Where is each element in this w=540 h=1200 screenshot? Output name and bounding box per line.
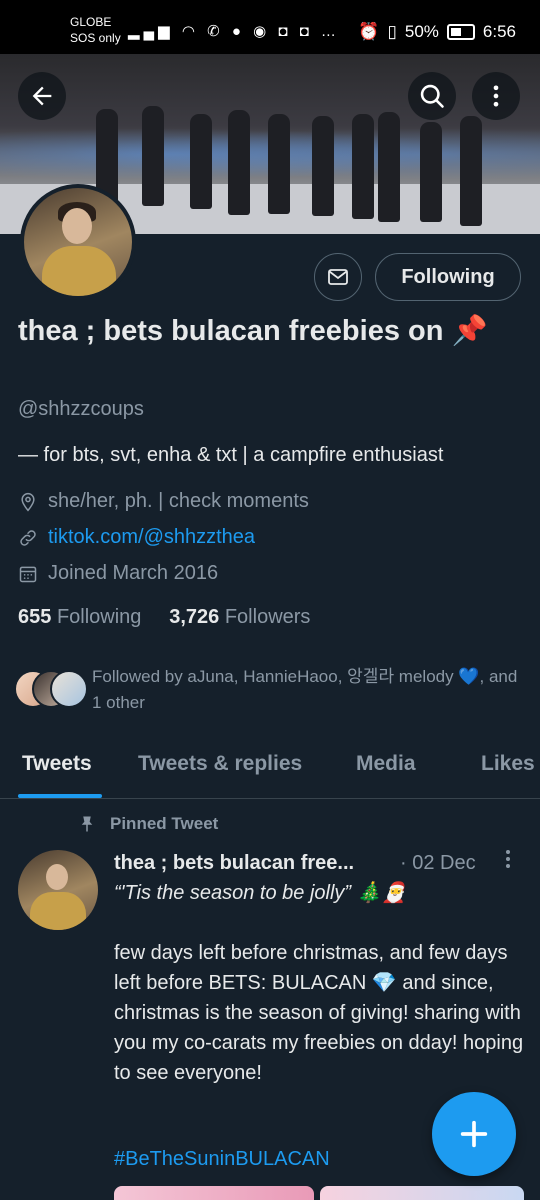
banner-figure (268, 114, 290, 214)
tweet-paragraph: few days left before christmas, and few … (114, 942, 524, 1084)
banner-figure (312, 116, 334, 216)
chat-icon: ● (231, 23, 245, 40)
message-button[interactable] (314, 253, 362, 301)
search-icon (420, 84, 444, 108)
tab-media[interactable]: Media (356, 752, 416, 776)
following-count-link[interactable]: 655 Following (18, 606, 141, 628)
wifi-icon: ◠ (181, 23, 199, 40)
tweet-body[interactable]: “'Tis the season to be jolly” 🎄🎅 few day… (114, 878, 524, 1088)
clock: 6:56 (482, 22, 516, 41)
compose-tweet-button[interactable] (432, 1092, 516, 1176)
joined-row: Joined March 2016 (18, 562, 218, 585)
pin-icon (81, 816, 93, 832)
media-thumbnail[interactable] (114, 1186, 314, 1200)
location-text: she/her, ph. | check moments (48, 490, 309, 512)
tweet-hashtag[interactable]: #BeTheSuninBULACAN (114, 1148, 330, 1171)
calendar-icon (19, 566, 37, 582)
pinned-tweet-header: Pinned Tweet (78, 814, 218, 834)
user-handle: @shhzzcoups (18, 398, 144, 420)
followed-by-text[interactable]: Followed by aJuna, HannieHaoo, 앙겔라 melod… (92, 664, 522, 716)
tweet-quote-line: “'Tis the season to be jolly” 🎄🎅 (114, 882, 407, 904)
search-button[interactable] (408, 72, 456, 120)
instagram-icon: ◘ (299, 23, 313, 40)
banner-figure (352, 114, 374, 219)
active-tab-indicator (18, 794, 102, 798)
back-button[interactable] (18, 72, 66, 120)
tab-likes[interactable]: Likes (481, 752, 535, 776)
status-bar: GLOBE SOS only ▂▄▆ ◠ ✆ ● ◉ ◘ ◘ … ⏰ ▯ 50%… (0, 0, 540, 54)
vertical-dots-icon (493, 85, 499, 107)
tweet-media-preview[interactable] (114, 1186, 524, 1200)
display-name: thea ; bets bulacan freebies on 📌 (18, 315, 488, 347)
tweet-more-button[interactable] (500, 848, 516, 876)
banner-figure (420, 122, 442, 222)
carrier-name: GLOBE (70, 15, 112, 29)
tab-tweets[interactable]: Tweets (22, 752, 92, 776)
followers-count-link[interactable]: 3,726 Followers (169, 606, 310, 628)
vertical-dots-icon (506, 850, 510, 868)
banner-figure (190, 114, 212, 209)
joined-date: Joined March 2016 (48, 562, 219, 584)
messenger-icon: ◉ (253, 23, 271, 40)
banner-figure (378, 112, 400, 222)
profile-avatar[interactable] (20, 184, 136, 300)
vibrate-icon: ▯ (387, 22, 397, 41)
banner-figure (460, 116, 482, 226)
plus-icon (460, 1120, 488, 1148)
followed-by-avatars[interactable] (14, 670, 88, 708)
location-row: she/her, ph. | check moments (18, 490, 309, 513)
back-arrow-icon (32, 86, 52, 106)
banner-figure (142, 106, 164, 206)
follow-counts: 655 Following 3,726 Followers (18, 606, 310, 629)
signal-icon: ▂▄▆ (128, 23, 174, 40)
followers-label: Followers (224, 606, 311, 628)
pinned-label: Pinned Tweet (110, 814, 219, 833)
battery-percent: 50% (404, 22, 439, 41)
more-icon: … (320, 23, 340, 40)
followers-count: 3,726 (169, 606, 220, 628)
location-pin-icon (21, 492, 35, 511)
website-row: tiktok.com/@shhzzthea (18, 526, 255, 549)
tweet-date: · 02 Dec (400, 852, 476, 874)
profile-tabs: Tweets Tweets & replies Media Likes (0, 742, 540, 799)
viber-icon: ✆ (207, 23, 224, 40)
battery-icon (446, 24, 475, 40)
following-count: 655 (18, 606, 52, 628)
website-link[interactable]: tiktok.com/@shhzzthea (48, 526, 255, 549)
notification-icons: ▂▄▆ ◠ ✆ ● ◉ ◘ ◘ … (128, 22, 340, 40)
link-icon (20, 529, 36, 546)
following-label: Following (56, 606, 142, 628)
carrier-status: SOS only (70, 31, 121, 45)
avatar (50, 670, 88, 708)
instagram-icon: ◘ (278, 23, 292, 40)
banner-figure (228, 110, 250, 215)
tweet-author-name[interactable]: thea ; bets bulacan free... (114, 852, 354, 875)
carrier-info: GLOBE SOS only (70, 14, 121, 46)
envelope-icon (328, 269, 348, 285)
tweet-author-avatar[interactable] (18, 850, 98, 930)
profile-bio: — for bts, svt, enha & txt | a campfire … (18, 444, 444, 466)
alarm-icon: ⏰ (358, 22, 380, 41)
status-right: ⏰ ▯ 50% 6:56 (358, 22, 516, 42)
following-button[interactable]: Following (375, 253, 521, 301)
media-thumbnail[interactable] (320, 1186, 524, 1200)
more-options-button[interactable] (472, 72, 520, 120)
tab-tweets-replies[interactable]: Tweets & replies (138, 752, 302, 776)
